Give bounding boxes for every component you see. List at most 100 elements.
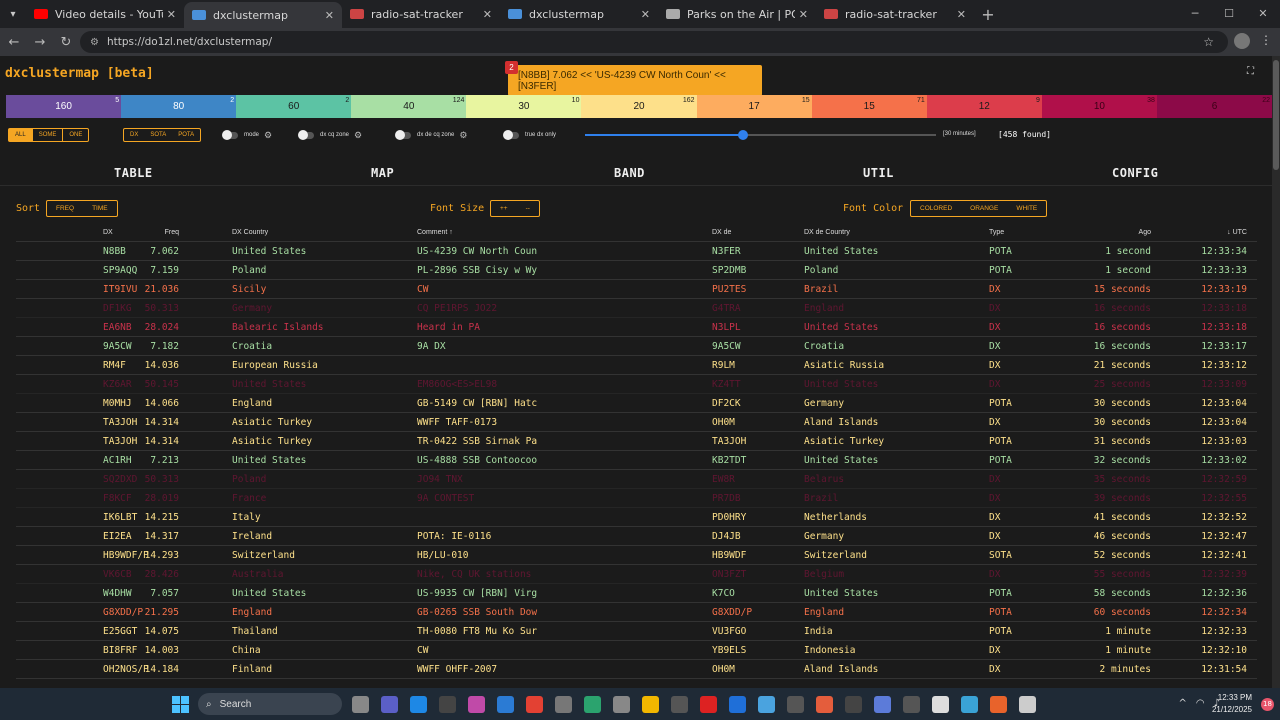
taskbar-search[interactable]: ⌕ Search xyxy=(198,693,342,715)
vscode-icon[interactable] xyxy=(497,696,514,713)
table-row[interactable]: 21.295 G8XDD/P England GB-0265 SSB South Do… xyxy=(16,603,1257,622)
dx-de-cell[interactable]: EW8R xyxy=(712,474,735,485)
table-row[interactable]: 28.024 EA6NB Balearic Islands Heard in PA N3… xyxy=(16,318,1257,337)
browser-tab[interactable]: dxclustermap ✕ xyxy=(184,2,342,28)
dx-cell[interactable]: SP9AQQ xyxy=(103,265,137,276)
color-orange-button[interactable]: ORANGE xyxy=(961,201,1007,216)
app-icon[interactable] xyxy=(613,696,630,713)
browser-menu-icon[interactable]: ⋮ xyxy=(1260,33,1272,49)
forward-icon[interactable]: → xyxy=(28,35,52,50)
browser-tab[interactable]: dxclustermap ✕ xyxy=(500,0,658,28)
cq-zone-toggle[interactable]: dx cq zone ⚙ xyxy=(298,129,362,140)
band-button[interactable]: 30 10 xyxy=(466,95,582,118)
col-utc[interactable]: ↓ UTC xyxy=(1227,229,1247,236)
col-freq[interactable]: Freq xyxy=(165,229,179,236)
tab-config[interactable]: CONFIG xyxy=(1112,166,1158,180)
dx-cell[interactable]: SQ2DXD xyxy=(103,474,137,485)
start-icon[interactable] xyxy=(172,696,189,713)
dx-cell[interactable]: M0MHJ xyxy=(103,398,132,409)
color-colored-button[interactable]: COLORED xyxy=(911,201,961,216)
slider-knob[interactable] xyxy=(737,130,748,140)
cq-zone-switch[interactable] xyxy=(298,129,314,140)
dx-cell[interactable]: RM4F xyxy=(103,360,126,371)
dx-cell[interactable]: F8KCF xyxy=(103,493,132,504)
fullscreen-icon[interactable]: ⛶ xyxy=(1247,66,1254,77)
browser-tab[interactable]: radio-sat-tracker ✕ xyxy=(342,0,500,28)
col-dx-country[interactable]: DX Country xyxy=(232,229,268,236)
col-dx-de-country[interactable]: DX de Country xyxy=(804,229,850,236)
tab-band[interactable]: BAND xyxy=(614,166,645,180)
tab-search-icon[interactable]: ▾ xyxy=(0,0,26,28)
table-row[interactable]: 28.019 F8KCF France 9A CONTEST PR7DB Brazil DX… xyxy=(16,489,1257,508)
table-row[interactable]: 14.184 OH2NOS/P Finland WWFF OHFF-2007 OH0M A… xyxy=(16,660,1257,679)
profile-avatar[interactable] xyxy=(1234,33,1250,49)
browser-tab[interactable]: radio-sat-tracker ✕ xyxy=(816,0,974,28)
font-size-increase-button[interactable]: ++ xyxy=(491,201,517,216)
dx-cell[interactable]: DF1KG xyxy=(103,303,132,314)
time-range-slider[interactable] xyxy=(585,130,936,140)
app-icon[interactable] xyxy=(961,696,978,713)
band-button[interactable]: 160 5 xyxy=(6,95,122,118)
table-row[interactable]: 28.426 VK6CB Australia Nike, CQ UK stations… xyxy=(16,565,1257,584)
band-button[interactable]: 80 2 xyxy=(121,95,237,118)
dx-de-cell[interactable]: PR7DB xyxy=(712,493,741,504)
wifi-icon[interactable]: ◠ xyxy=(1196,698,1205,709)
table-row[interactable]: 50.313 SQ2DXD Poland JO94 TNX EW8R Belarus DX 3… xyxy=(16,470,1257,489)
dx-de-cell[interactable]: OH0M xyxy=(712,417,735,428)
table-row[interactable]: 14.293 HB9WDF/P Switzerland HB/LU-010 HB9WDF… xyxy=(16,546,1257,565)
dx-de-cell[interactable]: SP2DMB xyxy=(712,265,746,276)
store-icon[interactable] xyxy=(439,696,456,713)
dx-cell[interactable]: W4DHW xyxy=(103,588,132,599)
dx-cell[interactable]: G8XDD/P xyxy=(103,607,143,618)
scope-all-button[interactable]: ALL xyxy=(9,129,32,141)
table-row[interactable]: 14.066 M0MHJ England GB-5149 CW [RBN] Hatc D… xyxy=(16,394,1257,413)
app-icon[interactable] xyxy=(903,696,920,713)
table-row[interactable]: 14.075 E25GGT Thailand TH-0080 FT8 Mu Ko Su… xyxy=(16,622,1257,641)
band-button[interactable]: 17 15 xyxy=(696,95,812,118)
table-row[interactable]: 7.213 AC1RH United States US-4888 SSB Conto… xyxy=(16,451,1257,470)
app-icon[interactable] xyxy=(555,696,572,713)
table-row[interactable]: 50.145 KZ6AR United States EM86OG<ES>EL98 KZ… xyxy=(16,375,1257,394)
tab-table[interactable]: TABLE xyxy=(114,166,153,180)
table-row[interactable]: 14.314 TA3JOH Asiatic Turkey WWFF TAFF-0173… xyxy=(16,413,1257,432)
dx-de-cell[interactable]: PU2TES xyxy=(712,284,746,295)
true-dx-toggle[interactable]: true dx only xyxy=(503,129,561,140)
minimize-icon[interactable]: ─ xyxy=(1178,0,1212,28)
app-icon[interactable] xyxy=(1019,696,1036,713)
dx-de-cell[interactable]: YB9ELS xyxy=(712,645,746,656)
col-ago[interactable]: Ago xyxy=(1139,229,1151,236)
close-window-icon[interactable]: ✕ xyxy=(1246,0,1280,28)
band-button[interactable]: 6 22 xyxy=(1156,95,1272,118)
band-button[interactable]: 60 2 xyxy=(236,95,352,118)
dx-cell[interactable]: VK6CB xyxy=(103,569,132,580)
dx-de-cell[interactable]: TA3JOH xyxy=(712,436,746,447)
app-icon[interactable] xyxy=(932,696,949,713)
scope-some-button[interactable]: SOME xyxy=(31,129,63,141)
dx-cell[interactable]: 9A5CW xyxy=(103,341,132,352)
dx-cell[interactable]: TA3JOH xyxy=(103,436,137,447)
dx-de-cell[interactable]: HB9WDF xyxy=(712,550,746,561)
dx-de-cell[interactable]: G4TRA xyxy=(712,303,741,314)
close-tab-icon[interactable]: ✕ xyxy=(641,8,650,21)
table-row[interactable]: 7.062 N8BB United States US-4239 CW North C… xyxy=(16,242,1257,261)
app-icon[interactable] xyxy=(468,696,485,713)
dx-cell[interactable]: N8BB xyxy=(103,246,126,257)
band-button[interactable]: 40 124 xyxy=(351,95,467,118)
table-row[interactable]: 14.317 EI2EA Ireland POTA: IE-0116 DJ4JB Germ… xyxy=(16,527,1257,546)
col-dx[interactable]: DX xyxy=(103,229,113,236)
table-row[interactable]: 7.159 SP9AQQ Poland PL-2896 SSB Cisy w Wy SP… xyxy=(16,261,1257,280)
col-type[interactable]: Type xyxy=(989,229,1004,236)
dx-cell[interactable]: EI2EA xyxy=(103,531,132,542)
type-sota-button[interactable]: SOTA xyxy=(144,129,172,141)
taskbar-clock[interactable]: 12:33 PM 21/12/2025 xyxy=(1212,692,1252,716)
dx-cell[interactable]: TA3JOH xyxy=(103,417,137,428)
table-row[interactable]: 50.313 DF1KG Germany CQ PE1RPS JO22 G4TRA Eng… xyxy=(16,299,1257,318)
mode-toggle[interactable]: mode ⚙ xyxy=(222,129,272,140)
dx-de-cell[interactable]: ON3FZT xyxy=(712,569,746,580)
dx-de-cell[interactable]: 9A5CW xyxy=(712,341,741,352)
close-tab-icon[interactable]: ✕ xyxy=(483,8,492,21)
dx-cell[interactable]: IT9IVU xyxy=(103,284,137,295)
app-icon[interactable] xyxy=(816,696,833,713)
dx-cell[interactable]: E25GGT xyxy=(103,626,137,637)
dx-de-cell[interactable]: R9LM xyxy=(712,360,735,371)
